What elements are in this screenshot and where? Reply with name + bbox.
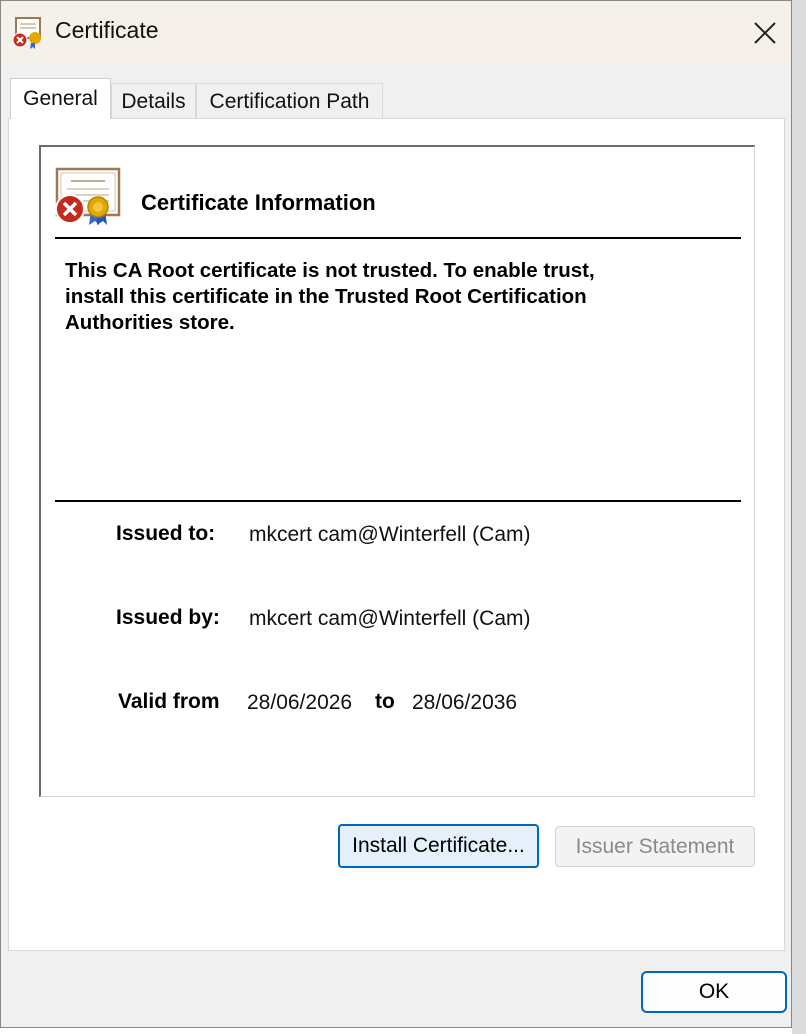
divider-bottom [55,500,741,502]
valid-to-value: 28/06/2036 [412,691,518,714]
certificate-error-icon [55,167,121,225]
window-title: Certificate [55,17,159,43]
title-bar: Certificate [1,1,791,65]
close-icon [754,22,776,44]
certificate-dialog: Certificate General Details Certificatio… [0,0,792,1028]
divider-top [55,237,741,239]
trust-warning-text: This CA Root certificate is not trusted.… [65,259,595,334]
issued-by-value: mkcert cam@Winterfell (Cam) [249,607,531,630]
valid-from-value: 28/06/2026 [247,691,353,714]
issued-to-label: Issued to: [116,522,216,545]
background-window-edge [792,0,806,1034]
issuer-statement-button[interactable]: Issuer Statement [555,826,755,867]
issued-to-value: mkcert cam@Winterfell (Cam) [249,523,531,546]
tab-general[interactable]: General [10,78,111,119]
install-certificate-button[interactable]: Install Certificate... [338,824,539,868]
certificate-info-heading: Certificate Information [141,190,376,215]
issued-by-label: Issued by: [116,606,220,629]
tab-details[interactable]: Details [111,83,196,119]
valid-from-label: Valid from [118,690,220,713]
valid-to-label: to [375,690,395,713]
close-button[interactable] [739,7,791,59]
tab-certification-path[interactable]: Certification Path [196,83,383,119]
ok-button[interactable]: OK [641,971,787,1013]
certificate-error-icon [12,17,41,49]
